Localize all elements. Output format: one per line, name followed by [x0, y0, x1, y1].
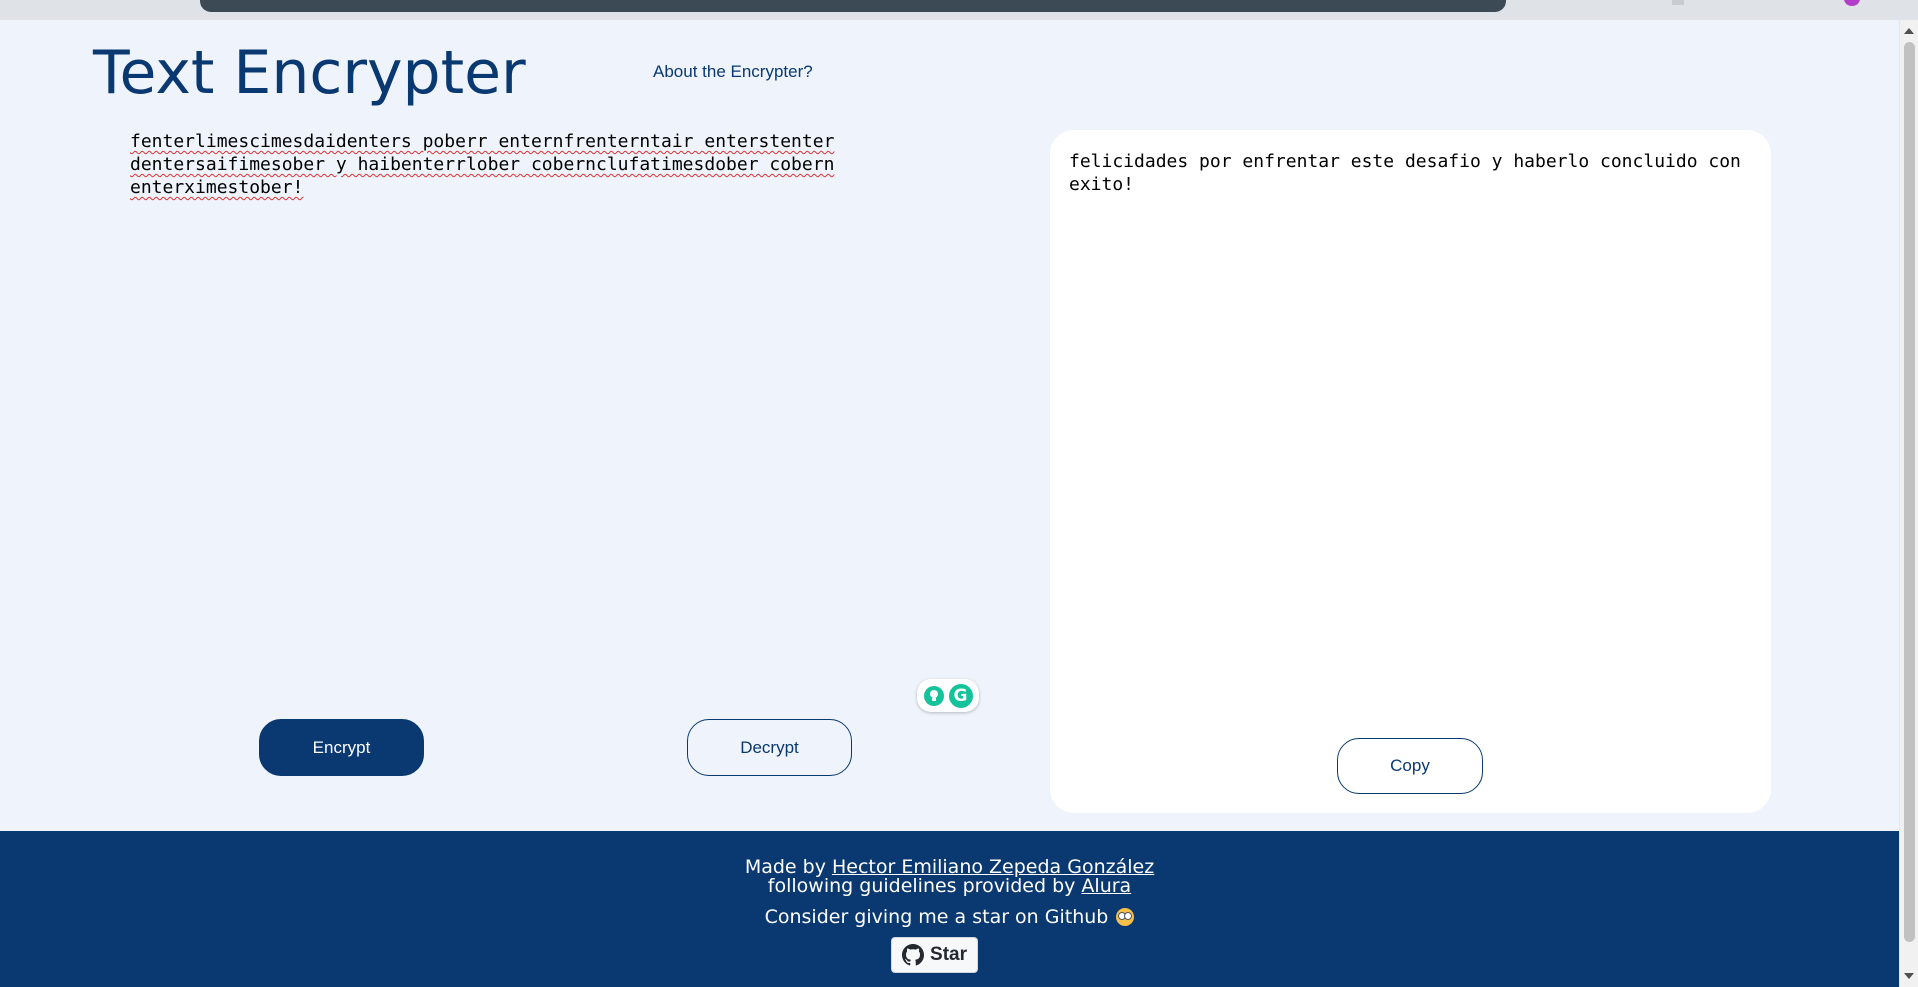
grammarly-widget[interactable]: G: [917, 679, 979, 712]
page-scrollbar[interactable]: [1899, 20, 1918, 987]
browser-address-bar[interactable]: [200, 0, 1506, 12]
scrollbar-thumb[interactable]: [1904, 42, 1915, 942]
input-textarea[interactable]: fenterlimescimesdaidenters poberr entern…: [130, 130, 840, 630]
footer: Made by Hector Emiliano Zepeda González …: [0, 831, 1899, 987]
scroll-down-arrow-icon[interactable]: [1904, 973, 1914, 979]
encrypt-button[interactable]: Encrypt: [259, 719, 424, 776]
scroll-up-arrow-icon[interactable]: [1904, 28, 1914, 34]
github-star-button[interactable]: Star: [891, 937, 978, 973]
input-line-2: dentersaifimesober y haibenterrlober cob…: [130, 154, 835, 175]
input-line-1: fenterlimescimesdaidenters poberr entern…: [130, 131, 835, 152]
browser-extension-icon[interactable]: [1672, 0, 1684, 5]
star-label: Star: [930, 944, 967, 965]
footer-star-prompt: Consider giving me a star on Github: [0, 906, 1899, 928]
guidelines-prefix: following guidelines provided by: [767, 875, 1082, 897]
page-title: Text Encrypter: [93, 38, 526, 108]
decrypt-button[interactable]: Decrypt: [687, 719, 852, 776]
output-panel: felicidades por enfrentar este desafio y…: [1050, 130, 1771, 813]
github-icon: [902, 944, 925, 966]
output-text: felicidades por enfrentar este desafio y…: [1069, 151, 1752, 195]
star-prompt-text: Consider giving me a star on Github: [764, 906, 1115, 928]
alura-link[interactable]: Alura: [1081, 875, 1131, 897]
input-line-3: enterximestober!: [130, 177, 304, 198]
emoji-icon: [1116, 908, 1135, 926]
grammarly-icon[interactable]: G: [948, 683, 973, 708]
browser-chrome: [0, 0, 1918, 20]
profile-avatar-icon[interactable]: [1844, 0, 1860, 6]
about-link[interactable]: About the Encrypter?: [653, 62, 813, 82]
footer-guidelines: following guidelines provided by Alura: [0, 876, 1899, 896]
lightbulb-icon[interactable]: [923, 685, 944, 706]
footer-credits: Made by Hector Emiliano Zepeda González: [0, 857, 1899, 877]
copy-button[interactable]: Copy: [1337, 738, 1483, 794]
